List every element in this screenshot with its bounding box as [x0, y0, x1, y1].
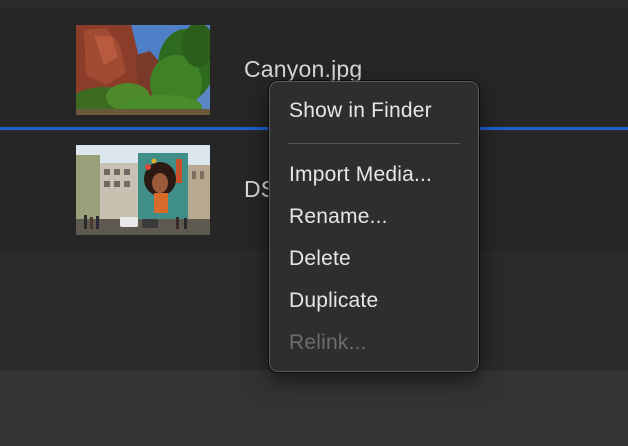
context-menu: Show in Finder Import Media... Rename...…	[269, 81, 479, 372]
menu-item-delete[interactable]: Delete	[289, 247, 351, 271]
menu-item-rename[interactable]: Rename...	[289, 205, 388, 229]
menu-item-show-in-finder[interactable]: Show in Finder	[289, 99, 432, 123]
canyon-photo-thumbnail[interactable]	[76, 25, 210, 115]
menu-item-relink: Relink...	[289, 331, 367, 354]
menu-item-duplicate[interactable]: Duplicate	[289, 289, 378, 313]
media-filename[interactable]: Canyon.jpg	[244, 56, 362, 83]
menu-separator	[288, 143, 460, 144]
menu-item-import-media[interactable]: Import Media...	[289, 163, 432, 187]
media-list-footer	[0, 370, 628, 446]
mural-photo-thumbnail[interactable]	[76, 145, 210, 235]
media-browser: Canyon.jpg DS Show in Finder Import Medi…	[0, 0, 628, 446]
